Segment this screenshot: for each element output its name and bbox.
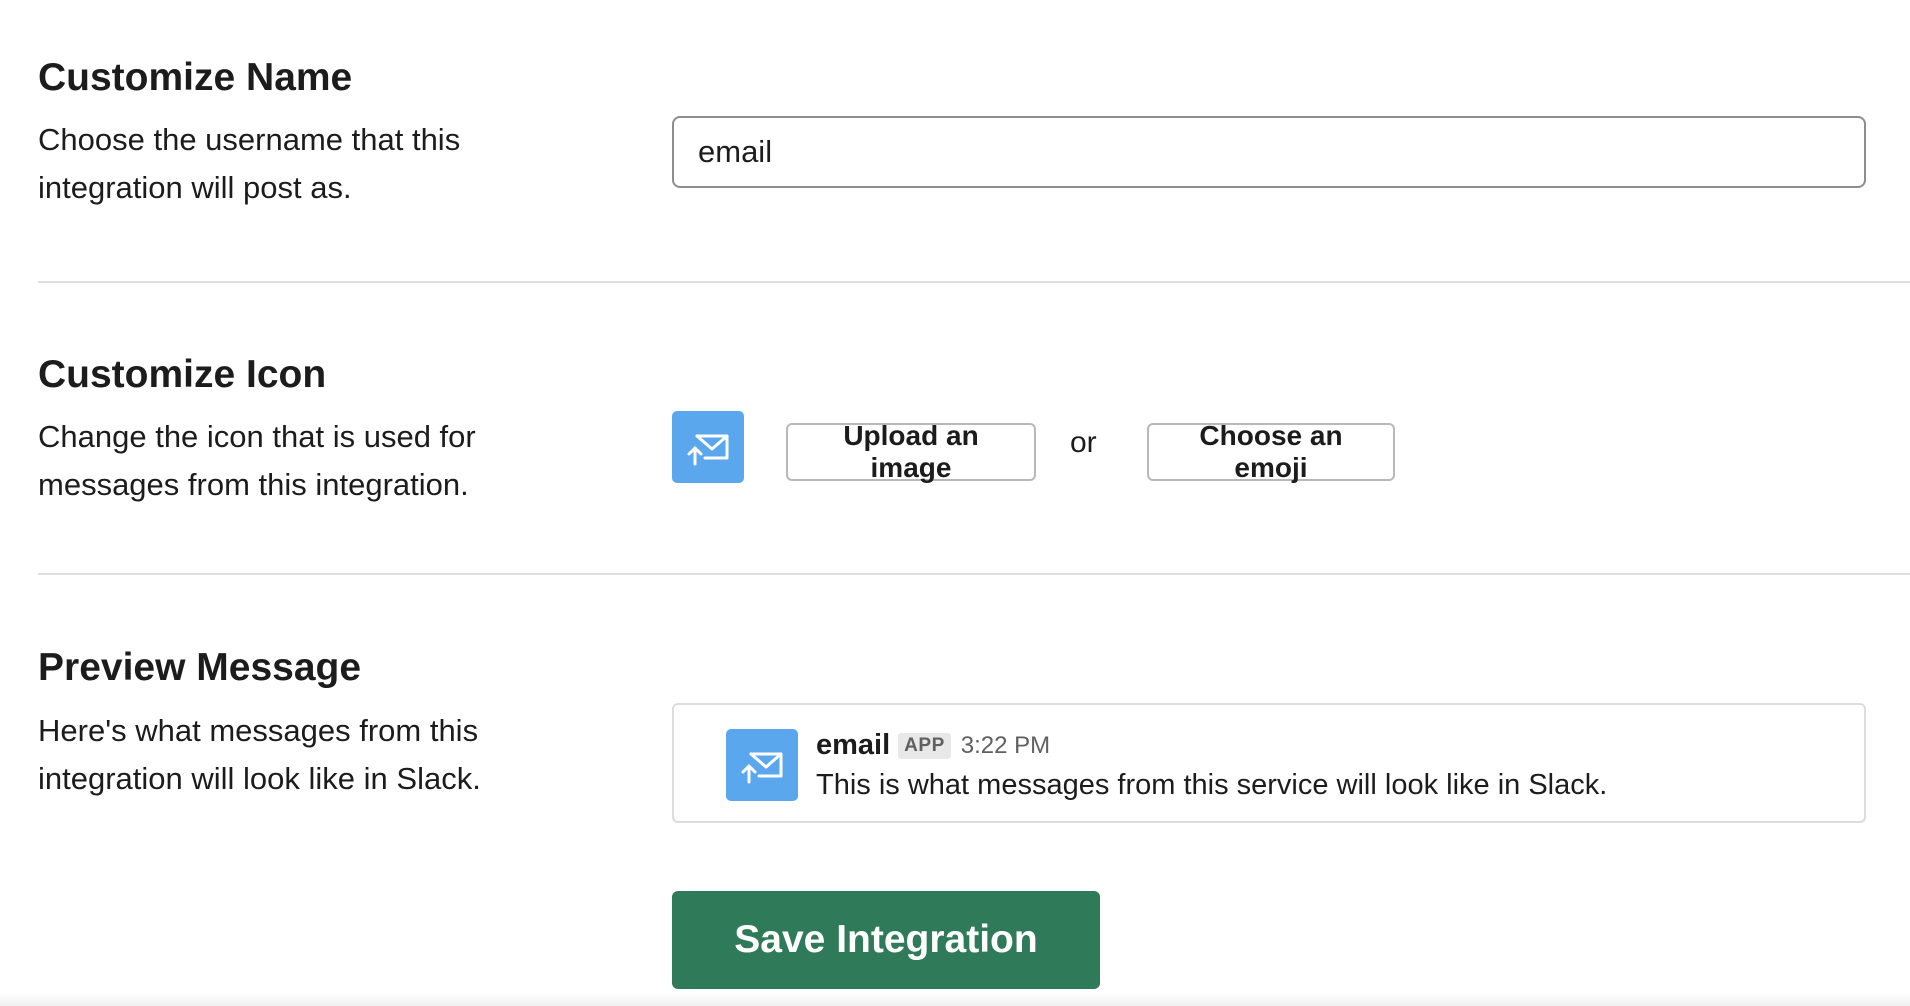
upload-image-button[interactable]: Upload an image	[786, 420, 1036, 483]
message-preview: email APP 3:22 PM This is what messages …	[672, 703, 1866, 823]
message-header: email APP 3:22 PM	[816, 729, 1050, 762]
customize-name-title: Customize Name	[38, 56, 353, 99]
divider	[38, 573, 1910, 575]
divider	[38, 281, 1910, 283]
choose-emoji-button[interactable]: Choose an emoji	[1147, 420, 1395, 483]
save-integration-button[interactable]: Save Integration	[672, 891, 1100, 989]
email-forward-icon	[741, 752, 783, 784]
sender-name: email	[816, 729, 891, 761]
customize-name-description: Choose the username that this integratio…	[38, 122, 461, 205]
integration-settings-page: Customize Name Choose the username that …	[0, 0, 1910, 1006]
avatar	[726, 729, 798, 801]
preview-message-description: Here's what messages from this integrati…	[38, 713, 481, 796]
or-separator: or	[1070, 426, 1097, 459]
customize-icon-title: Customize Icon	[38, 353, 327, 396]
integration-icon-preview	[672, 411, 744, 483]
message-timestamp: 3:22 PM	[960, 731, 1051, 759]
message-text: This is what messages from this service …	[816, 769, 1608, 801]
app-badge: APP	[898, 732, 951, 759]
username-input[interactable]	[672, 116, 1866, 188]
preview-message-title: Preview Message	[38, 646, 362, 689]
email-forward-icon	[687, 434, 729, 466]
bottom-shadow	[0, 992, 1910, 1006]
customize-icon-description: Change the icon that is used for message…	[38, 419, 476, 502]
